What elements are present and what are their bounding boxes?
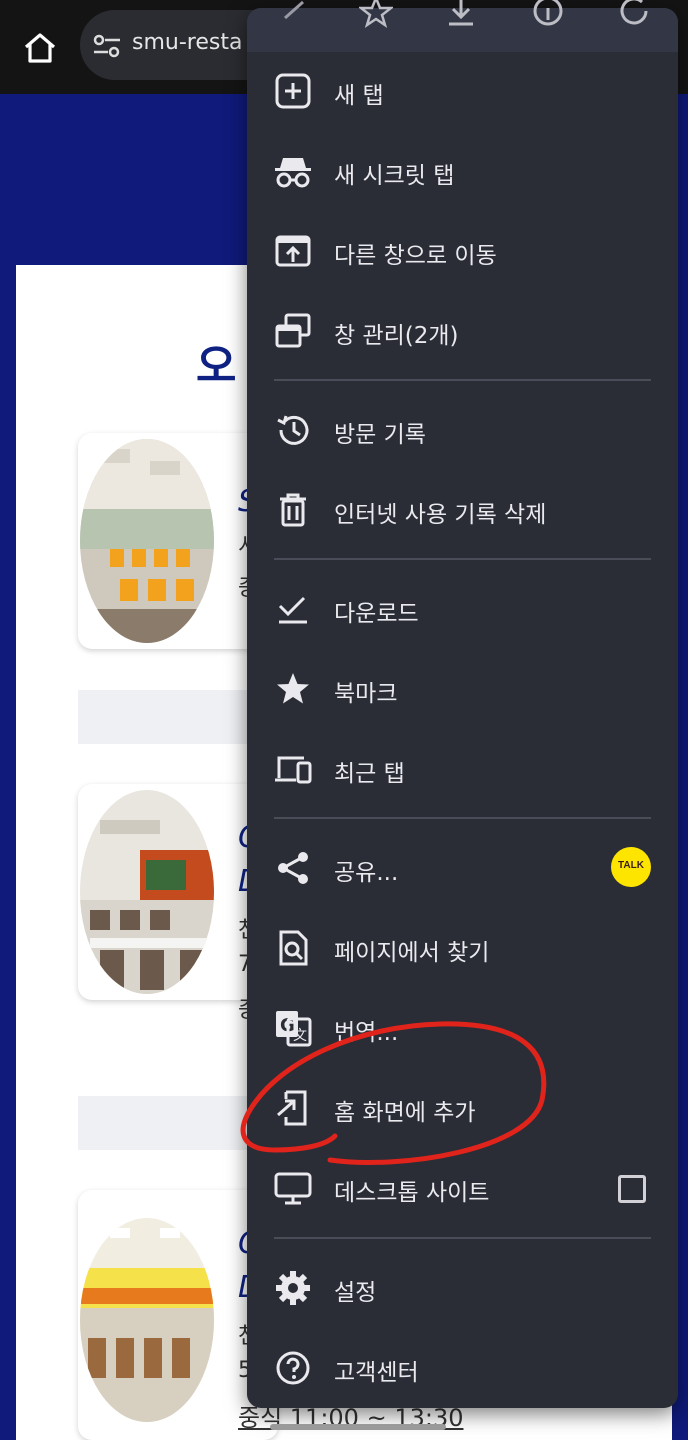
menu-item-add-to-home-screen[interactable]: 홈 화면에 추가	[247, 1067, 678, 1147]
add-to-home-icon	[277, 1090, 307, 1126]
menu-item-label: 홈 화면에 추가	[334, 1100, 476, 1126]
history-icon	[277, 415, 309, 445]
menu-item-label: 다른 창으로 이동	[334, 243, 497, 269]
download-check-icon	[278, 596, 307, 624]
menu-item-find-in-page[interactable]: 페이지에서 찾기	[247, 907, 678, 987]
restaurant-photo	[80, 790, 214, 994]
incognito-icon	[275, 158, 311, 188]
menu-item-label: 최근 탭	[334, 761, 405, 787]
home-button[interactable]	[20, 28, 60, 68]
share-icon	[278, 852, 308, 884]
browser-overflow-menu: 새 탭 새 시크릿 탭 다른 창으로 이동 창 관리(2개) 방문 기록 인터넷…	[247, 0, 678, 1408]
monitor-icon	[274, 1172, 312, 1205]
menu-item-downloads[interactable]: 다운로드	[247, 568, 678, 648]
menu-item-recent-tabs[interactable]: 최근 탭	[247, 728, 678, 808]
manage-windows-icon	[275, 313, 311, 348]
devices-icon	[275, 756, 312, 784]
trash-icon	[280, 493, 306, 527]
menu-item-help[interactable]: 고객센터	[247, 1327, 678, 1407]
menu-item-label: 공유...	[334, 860, 399, 886]
menu-item-bookmarks[interactable]: 북마크	[247, 648, 678, 728]
kakaotalk-badge-text: TALK	[618, 860, 644, 871]
menu-divider	[274, 817, 651, 819]
find-in-page-icon	[279, 930, 308, 966]
forward-icon[interactable]	[277, 0, 311, 28]
gear-icon	[276, 1271, 310, 1305]
move-to-window-icon	[275, 235, 311, 267]
menu-item-desktop-site[interactable]: 데스크톱 사이트	[247, 1147, 678, 1227]
menu-divider	[274, 558, 651, 560]
reload-icon[interactable]	[617, 0, 651, 28]
menu-item-label: 페이지에서 찾기	[334, 940, 490, 966]
home-icon	[24, 33, 56, 63]
menu-item-new-incognito-tab[interactable]: 새 시크릿 탭	[247, 130, 678, 210]
menu-item-label: 번역...	[334, 1020, 399, 1046]
help-icon	[276, 1351, 310, 1385]
menu-item-label: 인터넷 사용 기록 삭제	[334, 502, 547, 528]
menu-item-clear-browsing-data[interactable]: 인터넷 사용 기록 삭제	[247, 469, 678, 549]
translate-icon: G文	[276, 1011, 312, 1047]
menu-item-label: 설정	[334, 1280, 377, 1306]
bookmark-star-icon[interactable]	[359, 0, 393, 28]
url-text: smu-resta	[132, 30, 243, 55]
menu-item-label: 창 관리(2개)	[334, 323, 459, 349]
desktop-site-checkbox[interactable]	[618, 1175, 646, 1203]
menu-divider	[274, 1237, 651, 1239]
menu-item-new-tab[interactable]: 새 탭	[247, 50, 678, 130]
menu-item-translate[interactable]: G文 번역...	[247, 987, 678, 1067]
menu-item-label: 새 탭	[334, 83, 384, 109]
page-info-icon[interactable]	[531, 0, 565, 28]
svg-text:文: 文	[293, 1028, 307, 1044]
menu-divider	[274, 379, 651, 381]
menu-item-label: 방문 기록	[334, 422, 426, 448]
star-icon	[277, 673, 309, 704]
menu-item-move-to-window[interactable]: 다른 창으로 이동	[247, 210, 678, 290]
menu-item-history[interactable]: 방문 기록	[247, 389, 678, 469]
gesture-nav-handle[interactable]	[270, 1424, 446, 1430]
menu-item-label: 데스크톱 사이트	[334, 1180, 490, 1206]
site-settings-icon[interactable]	[92, 34, 122, 58]
menu-item-share[interactable]: 공유... TALK	[247, 827, 678, 907]
kakaotalk-share-icon[interactable]: TALK	[611, 847, 651, 887]
download-icon[interactable]	[444, 0, 478, 28]
menu-item-label: 다운로드	[334, 601, 419, 627]
menu-item-settings[interactable]: 설정	[247, 1247, 678, 1327]
new-tab-icon	[275, 73, 311, 109]
restaurant-photo	[80, 1218, 214, 1422]
restaurant-photo	[80, 439, 214, 643]
menu-item-label: 고객센터	[334, 1360, 419, 1386]
menu-item-manage-windows[interactable]: 창 관리(2개)	[247, 290, 678, 370]
menu-item-label: 새 시크릿 탭	[334, 163, 455, 189]
menu-item-label: 북마크	[334, 681, 398, 707]
menu-toolbar	[247, 0, 678, 52]
page-title: 오	[196, 341, 237, 392]
